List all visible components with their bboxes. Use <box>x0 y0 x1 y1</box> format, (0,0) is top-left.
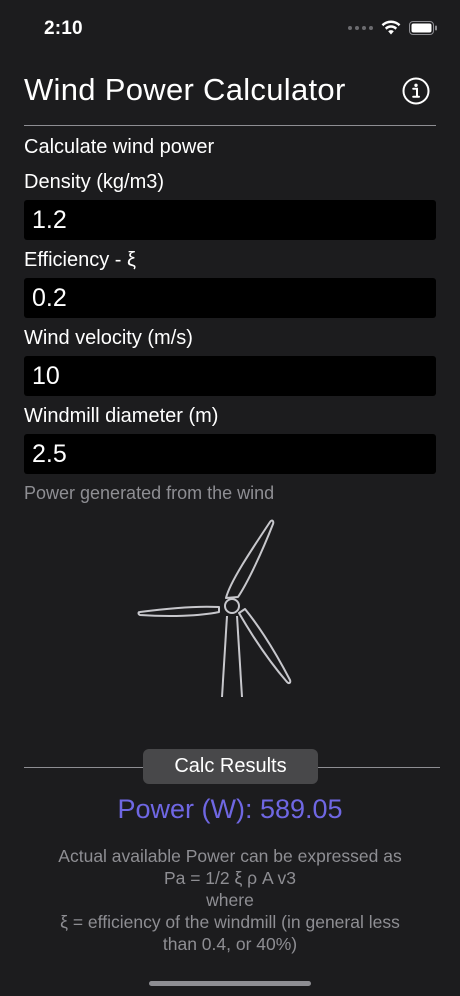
efficiency-field[interactable]: 0.2 <box>24 278 436 318</box>
explanation-line: where <box>206 890 254 910</box>
status-icons <box>348 20 438 35</box>
status-bar: 2:10 <box>0 0 460 60</box>
explanation-line: Pa = 1/2 ξ ρ A v3 <box>163 868 297 888</box>
page-title: Wind Power Calculator <box>24 72 346 107</box>
section-label: Calculate wind power <box>24 136 215 158</box>
header-divider <box>24 125 436 126</box>
density-field[interactable]: 1.2 <box>24 200 436 240</box>
battery-icon <box>409 20 437 35</box>
info-button[interactable] <box>402 77 430 105</box>
calculator-form: Calculate wind power Density (kg/m3) 1.2… <box>24 130 436 506</box>
windmill-diameter-field[interactable]: 2.5 <box>24 434 436 474</box>
formula-explanation: Actual available Power can be expressed … <box>20 845 440 955</box>
hint-text: Power generated from the wind <box>24 483 275 503</box>
signal-dots-icon <box>348 25 373 30</box>
results-divider-right <box>318 767 440 768</box>
info-circle-icon <box>402 77 430 105</box>
results-divider-left <box>24 767 144 768</box>
windmill-diameter-label: Windmill diameter (m) <box>24 405 219 427</box>
power-result: Power (W): 589.05 <box>117 794 343 824</box>
efficiency-label: Efficiency - ξ <box>24 249 136 271</box>
wind-velocity-field[interactable]: 10 <box>24 356 436 396</box>
wifi-icon <box>381 20 401 35</box>
app-screen: 2:10 Wind Power Calculator Calculate win… <box>0 0 460 996</box>
status-time: 2:10 <box>44 18 83 39</box>
home-indicator[interactable] <box>149 981 311 986</box>
density-label: Density (kg/m3) <box>24 171 165 193</box>
explanation-line: Actual available Power can be expressed … <box>58 846 402 866</box>
explanation-line: ξ = efficiency of the windmill (in gener… <box>60 912 400 932</box>
explanation-line: than 0.4, or 40%) <box>162 934 298 954</box>
wind-velocity-label: Wind velocity (m/s) <box>24 327 193 349</box>
calc-results-button[interactable]: Calc Results <box>143 749 318 784</box>
wind-turbine-icon <box>137 519 292 698</box>
